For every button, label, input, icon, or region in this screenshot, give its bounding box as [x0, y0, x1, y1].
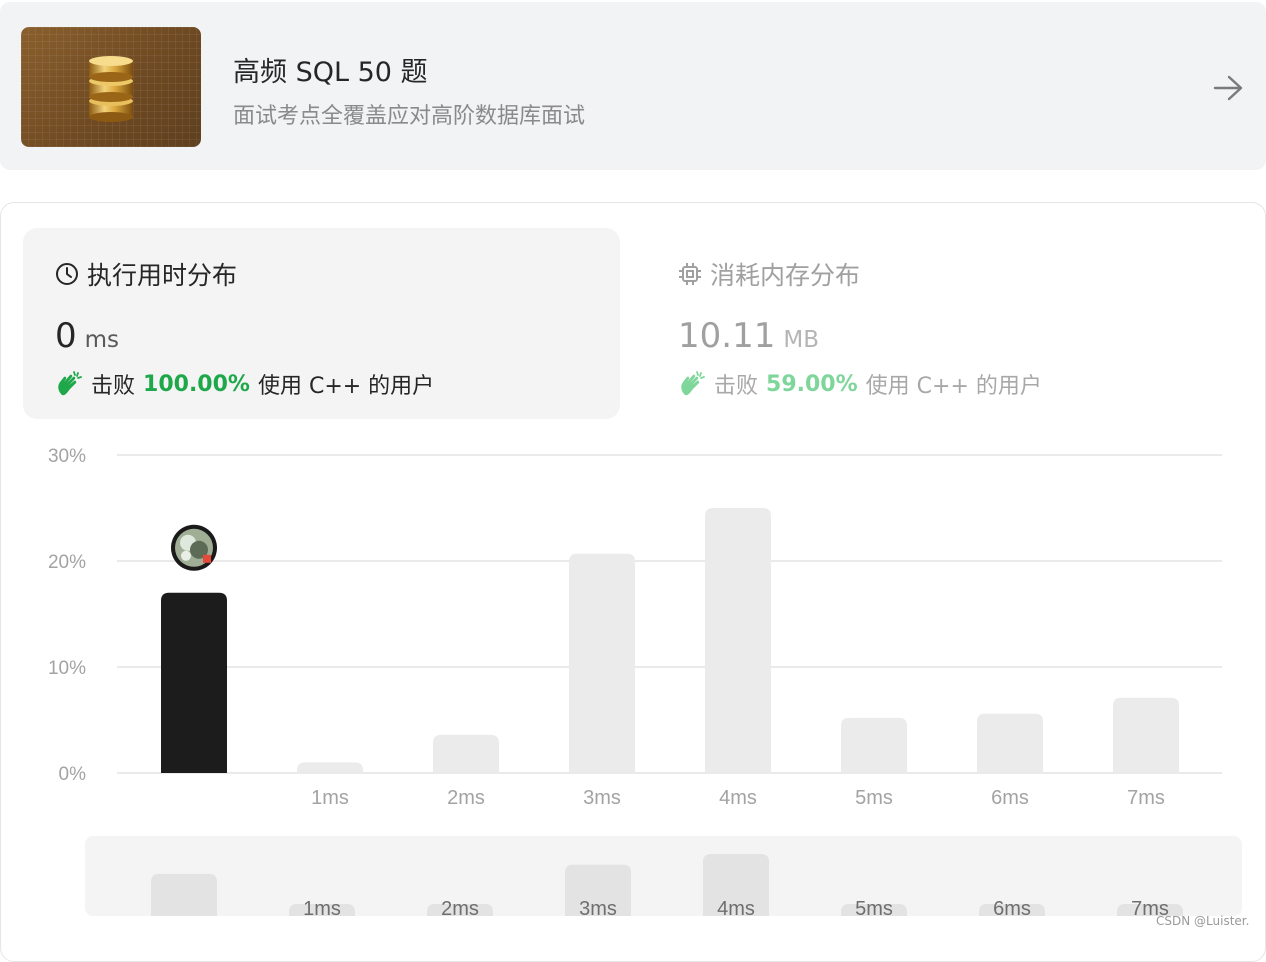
tab-memory-distribution[interactable]: 消耗内存分布 10.11 MB 击败 59.00% 使用 C++ 的用户	[650, 228, 1247, 419]
tab-runtime-title: 执行用时分布	[87, 261, 238, 290]
x-tick-label: 7ms	[1127, 787, 1165, 809]
overview-label: 5ms	[855, 898, 893, 916]
tab-memory-title: 消耗内存分布	[710, 261, 861, 290]
y-tick-label: 20%	[48, 552, 86, 573]
memory-value: 10.11 MB	[678, 316, 819, 356]
overview-label: 1ms	[303, 898, 341, 916]
x-tick-label: 2ms	[447, 787, 485, 809]
overview-label: 2ms	[441, 898, 479, 916]
bar[interactable]	[297, 762, 363, 773]
memory-beat: 击败 59.00% 使用 C++ 的用户	[678, 368, 1042, 400]
y-tick-label: 30%	[48, 446, 86, 467]
y-tick-label: 0%	[59, 764, 87, 785]
y-tick-label: 10%	[48, 658, 86, 679]
study-plan-banner[interactable]: 高频 SQL 50 题 面试考点全覆盖应对高阶数据库面试	[0, 2, 1266, 170]
overview-label: 3ms	[579, 898, 617, 916]
bar[interactable]	[1113, 697, 1179, 773]
clock-icon	[56, 263, 78, 285]
runtime-distribution-chart[interactable]: 0% 10% 20% 30% 1ms 2ms 3ms 4ms 5ms 6ms 7ms	[0, 440, 1266, 820]
chip-icon	[679, 263, 701, 285]
bar[interactable]	[841, 717, 907, 773]
x-tick-label: 3ms	[583, 787, 621, 809]
chart-range-overview[interactable]: 1ms 2ms 3ms 4ms 5ms 6ms 7ms	[85, 836, 1242, 916]
overview-label: 4ms	[717, 898, 755, 916]
overview-label: 6ms	[993, 898, 1031, 916]
banner-subtitle: 面试考点全覆盖应对高阶数据库面试	[233, 104, 586, 129]
bar[interactable]	[569, 553, 635, 773]
bar[interactable]	[705, 508, 771, 773]
runtime-value: 0 ms	[55, 316, 120, 356]
x-tick-label: 5ms	[855, 787, 893, 809]
tab-runtime-distribution[interactable]: 执行用时分布 0 ms 击败 100.00% 使用 C++ 的用户	[23, 228, 620, 419]
arrow-right-icon[interactable]	[1212, 74, 1244, 102]
bar[interactable]	[977, 713, 1043, 773]
banner-thumbnail	[21, 27, 201, 147]
clap-icon	[681, 371, 705, 396]
banner-title: 高频 SQL 50 题	[233, 57, 428, 88]
overview-bar	[151, 873, 217, 916]
x-tick-label: 1ms	[311, 787, 349, 809]
bar[interactable]	[433, 734, 499, 773]
runtime-beat: 击败 100.00% 使用 C++ 的用户	[55, 368, 434, 400]
clap-icon	[58, 371, 82, 396]
bar-highlighted[interactable]	[161, 592, 227, 773]
user-avatar-icon	[171, 524, 217, 571]
watermark: CSDN @Luister.	[1156, 914, 1250, 928]
x-tick-label: 6ms	[991, 787, 1029, 809]
x-tick-label: 4ms	[719, 787, 757, 809]
database-icon	[89, 56, 133, 122]
